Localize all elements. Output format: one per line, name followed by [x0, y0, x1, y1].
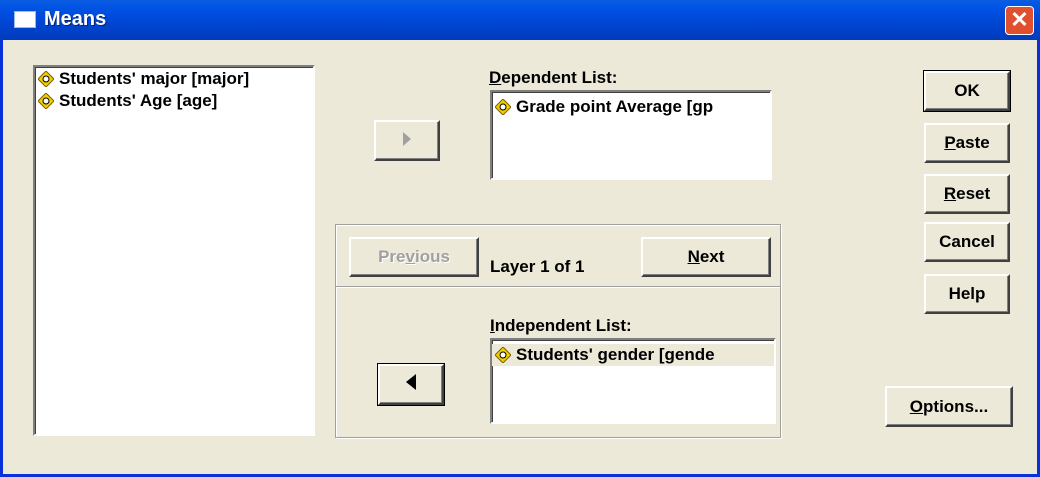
list-item[interactable]: Grade point Average [gp — [492, 96, 770, 118]
arrow-right-icon — [403, 132, 411, 146]
close-icon: ✕ — [1010, 7, 1029, 32]
means-dialog: Means ✕ Students' major [major] Students… — [0, 0, 1040, 477]
list-item[interactable]: Students' Age [age] — [35, 90, 313, 112]
scale-variable-icon — [38, 93, 54, 109]
list-item-label: Grade point Average [gp — [516, 97, 714, 116]
independent-list-label: Independent List: — [490, 316, 632, 335]
options-button[interactable]: Options... — [885, 386, 1013, 427]
arrow-left-icon — [406, 374, 416, 390]
ok-button[interactable]: OK — [923, 70, 1011, 112]
layer-divider — [336, 286, 780, 288]
dependent-list[interactable]: Grade point Average [gp — [490, 90, 772, 180]
window-icon — [14, 11, 36, 28]
scale-variable-icon — [495, 99, 511, 115]
next-button[interactable]: Next — [641, 237, 771, 277]
list-item[interactable]: Students' major [major] — [35, 68, 313, 90]
previous-button[interactable]: Previous — [349, 237, 479, 277]
move-to-dependent-button[interactable] — [374, 120, 440, 161]
help-button[interactable]: Help — [924, 274, 1010, 314]
list-item-label: Students' Age [age] — [59, 91, 218, 110]
scale-variable-icon — [38, 71, 54, 87]
dialog-body: Students' major [major] Students' Age [a… — [6, 40, 1037, 472]
title-bar[interactable]: Means ✕ — [0, 0, 1040, 40]
close-button[interactable]: ✕ — [1005, 6, 1034, 35]
window-title: Means — [44, 8, 107, 30]
source-variable-list[interactable]: Students' major [major] Students' Age [a… — [33, 65, 315, 436]
move-to-independent-button[interactable] — [377, 363, 445, 406]
list-item[interactable]: Students' gender [gende — [492, 344, 774, 366]
cancel-button[interactable]: Cancel — [924, 222, 1010, 262]
independent-list[interactable]: Students' gender [gende — [490, 338, 776, 424]
scale-variable-icon — [495, 347, 511, 363]
reset-button[interactable]: Reset — [924, 174, 1010, 214]
layer-indicator: Layer 1 of 1 — [490, 257, 585, 276]
list-item-label: Students' major [major] — [59, 69, 250, 88]
paste-button[interactable]: Paste — [924, 123, 1010, 163]
list-item-label: Students' gender [gende — [516, 345, 715, 364]
dependent-list-label: Dependent List: — [489, 68, 618, 87]
